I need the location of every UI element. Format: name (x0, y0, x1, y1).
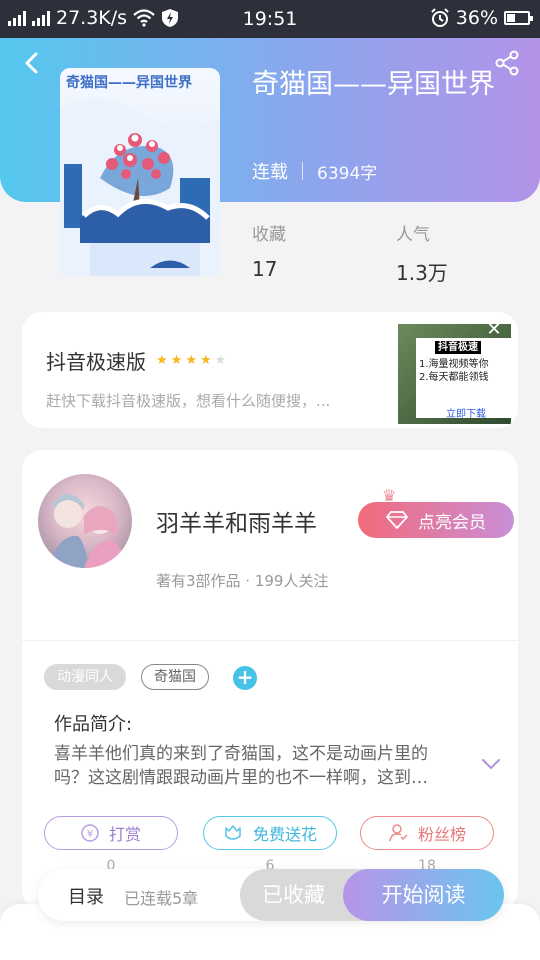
serial-status: 连载 (252, 162, 288, 183)
chevron-down-icon[interactable] (480, 756, 502, 770)
cover-title: 奇猫国——异国世界 (66, 75, 192, 91)
stat-value: 17 (252, 257, 278, 281)
ad-thumb-line: 1.海量视频等你 (419, 359, 489, 370)
book-title: 奇猫国——异国世界 (252, 69, 495, 100)
tag-series[interactable]: 奇猫国 (141, 664, 209, 690)
activate-vip-button[interactable]: 点亮会员 (358, 502, 514, 538)
word-count: 6394字 (317, 163, 378, 184)
star-icon: ★ (214, 353, 230, 368)
stat-label: 人气 (396, 225, 430, 245)
star-icon: ★ (170, 353, 186, 368)
back-button[interactable] (18, 48, 48, 78)
chapter-info: 已连载5章 (124, 889, 199, 908)
add-tag-button[interactable]: + (233, 666, 257, 690)
start-reading-button[interactable]: 开始阅读 (343, 869, 504, 921)
svg-text:¥: ¥ (87, 829, 93, 840)
tag-category[interactable]: 动漫同人 (44, 664, 126, 690)
alarm-icon (431, 8, 449, 27)
diamond-icon (386, 511, 408, 529)
battery-icon (504, 11, 533, 25)
stat-popularity: 人气 1.3万 (396, 220, 448, 286)
avatar[interactable] (38, 474, 132, 568)
author-name[interactable]: 羽羊羊和雨羊羊 (156, 504, 317, 538)
bottom-action-bar: 目录 已连载5章 已收藏 开始阅读 (38, 869, 504, 921)
close-icon[interactable]: ✕ (484, 320, 504, 340)
flower-label: 免费送花 (252, 825, 317, 844)
intro-label: 作品简介: (54, 714, 133, 735)
back-arrow-icon (25, 52, 38, 74)
ad-rating: ★★★★★ (156, 353, 229, 368)
book-cover[interactable]: 奇猫国——异国世界 (60, 68, 220, 276)
ad-title-row: 抖音极速版 ★★★★★ (46, 346, 229, 375)
author-meta: 著有3部作品 · 199人关注 (156, 572, 329, 590)
stat-value: 1.3万 (396, 261, 448, 285)
user-icon (389, 824, 408, 842)
cover-illustration (60, 99, 220, 276)
reward-label: 打赏 (108, 825, 141, 844)
star-icon: ★ (156, 353, 171, 368)
fans-ranking-button[interactable]: 粉丝榜 (360, 816, 494, 850)
ad-description: 赶快下载抖音极速版，想看什么随便搜，... (46, 392, 331, 410)
avatar-illustration (48, 494, 126, 568)
divider (22, 640, 518, 641)
ad-thumb-line: 2.每天都能领钱 (419, 372, 489, 383)
ad-title: 抖音极速版 (46, 350, 146, 374)
coin-icon: ¥ (81, 824, 99, 842)
status-bar: 27.3K/s 19:51 36% (0, 0, 540, 38)
author-card: 羽羊羊和雨羊羊 著有3部作品 · 199人关注 ♛ 点亮会员 动漫同人 奇猫国 … (22, 450, 518, 910)
battery-level: 36% (455, 7, 498, 29)
star-icon: ★ (185, 353, 200, 368)
meta-divider (302, 162, 303, 180)
book-meta: 连载 6394字 (252, 158, 377, 184)
intro-text: 喜羊羊他们真的来到了奇猫国，这不是动画片里的吗？这这剧情跟跟动画片里的也不一样啊… (54, 744, 428, 788)
ad-thumb-brand: 抖音极速 (435, 341, 481, 354)
stat-favorites: 收藏 17 (252, 220, 286, 281)
send-flower-button[interactable]: 免费送花 (203, 816, 337, 850)
flower-icon (225, 825, 241, 840)
vip-label: 点亮会员 (418, 512, 486, 533)
fans-label: 粉丝榜 (417, 825, 466, 844)
table-of-contents-button[interactable]: 目录 (68, 883, 104, 909)
ad-banner[interactable]: 抖音极速版 ★★★★★ 赶快下载抖音极速版，想看什么随便搜，... 抖音极速 1… (22, 312, 518, 428)
star-icon: ★ (199, 353, 215, 368)
stat-label: 收藏 (252, 225, 286, 245)
ad-download-link[interactable]: 立即下载 (446, 405, 486, 420)
reward-button[interactable]: ¥ 打赏 (44, 816, 178, 850)
